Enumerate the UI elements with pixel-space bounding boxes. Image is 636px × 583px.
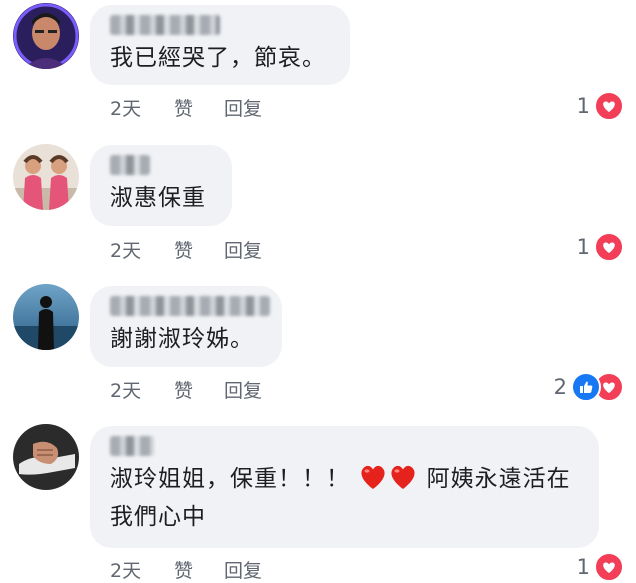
blurred-author-name[interactable] (110, 155, 150, 175)
reply-button[interactable]: 回复 (224, 94, 262, 121)
timestamp[interactable]: 2天 (110, 94, 141, 121)
timestamp[interactable]: 2天 (110, 376, 141, 403)
avatar[interactable] (13, 284, 79, 350)
love-icon (594, 232, 624, 262)
reaction-count: 1 (576, 555, 590, 579)
comment-text-line-1: 淑玲姐姐，保重！！！ 阿姨永遠活在 (110, 462, 579, 500)
comment-text: 我已經哭了，節哀。 (110, 45, 326, 71)
comment-text: 淑玲姐姐，保重！！！ (110, 466, 350, 492)
reaction-count: 2 (553, 375, 567, 399)
blurred-author-name[interactable] (110, 436, 154, 456)
reply-button[interactable]: 回复 (224, 556, 262, 583)
comment-bubble: 淑玲姐姐，保重！！！ 阿姨永遠活在 我們心中 (90, 426, 599, 548)
love-icon (594, 91, 624, 121)
like-button[interactable]: 赞 (174, 236, 193, 263)
avatar[interactable] (13, 3, 79, 69)
reaction-summary[interactable]: 2 (554, 372, 624, 402)
reaction-count: 1 (576, 94, 590, 118)
comment-bubble: 我已經哭了，節哀。 (90, 5, 350, 85)
reply-button[interactable]: 回复 (224, 376, 262, 403)
comment-bubble: 謝謝淑玲姊。 (90, 286, 282, 367)
reply-button[interactable]: 回复 (224, 236, 262, 263)
timestamp[interactable]: 2天 (110, 556, 141, 583)
like-icon (571, 372, 601, 402)
love-icon (594, 552, 624, 582)
comment-text-line-2: 我們心中 (110, 504, 206, 530)
comment-text: 謝謝淑玲姊。 (110, 326, 254, 352)
blurred-author-name[interactable] (110, 15, 220, 35)
avatar[interactable] (13, 424, 79, 490)
reaction-summary[interactable]: 1 (577, 91, 624, 121)
like-button[interactable]: 赞 (174, 376, 193, 403)
comment-text: 淑惠保重 (110, 185, 206, 211)
blurred-author-name[interactable] (110, 296, 270, 316)
timestamp[interactable]: 2天 (110, 236, 141, 263)
comment-text: 阿姨永遠活在 (426, 466, 571, 492)
comment-bubble: 淑惠保重 (90, 145, 232, 226)
avatar[interactable] (13, 144, 79, 210)
like-button[interactable]: 赞 (174, 94, 193, 121)
like-button[interactable]: 赞 (174, 556, 193, 583)
red-heart-emoji (389, 464, 417, 500)
reaction-count: 1 (576, 235, 590, 259)
red-heart-emoji (359, 464, 387, 500)
reaction-summary[interactable]: 1 (577, 552, 624, 582)
reaction-summary[interactable]: 1 (577, 232, 624, 262)
